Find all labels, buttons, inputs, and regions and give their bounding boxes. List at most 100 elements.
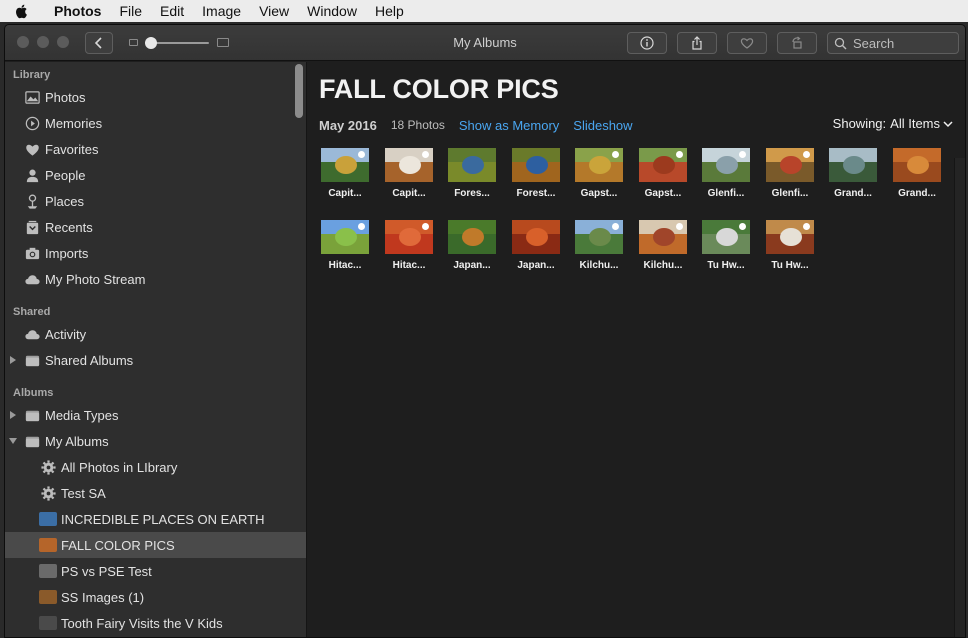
- photo-image[interactable]: [829, 148, 877, 182]
- sidebar-item-activity[interactable]: Activity: [5, 321, 306, 347]
- photo-image[interactable]: [321, 148, 369, 182]
- photo-image[interactable]: [575, 220, 623, 254]
- sidebar-item-media-types[interactable]: Media Types: [5, 402, 306, 428]
- sidebar-item-incredible-places[interactable]: INCREDIBLE PLACES ON EARTH: [5, 506, 306, 532]
- photo-image[interactable]: [512, 220, 560, 254]
- photo-thumbnail[interactable]: Kilchu...: [573, 220, 625, 282]
- sidebar-item-favorites[interactable]: Favorites: [5, 136, 306, 162]
- minimize-window-button[interactable]: [37, 36, 49, 48]
- menu-window[interactable]: Window: [307, 3, 357, 19]
- sidebar-item-label: My Photo Stream: [45, 271, 146, 287]
- rotate-button[interactable]: [777, 32, 817, 54]
- sidebar-item-label: Imports: [45, 245, 89, 261]
- showing-filter-dropdown[interactable]: Showing: All Items: [833, 116, 953, 131]
- photo-thumbnail[interactable]: Glenfi...: [700, 148, 752, 210]
- photo-thumbnail[interactable]: Grand...: [891, 148, 943, 210]
- photos-icon: [23, 88, 41, 106]
- search-field[interactable]: [827, 32, 959, 54]
- photo-thumbnail[interactable]: Tu Hw...: [764, 220, 816, 282]
- sidebar-item-test-sa[interactable]: Test SA: [5, 480, 306, 506]
- photo-thumbnail[interactable]: Tu Hw...: [700, 220, 752, 282]
- sidebar-item-my-photo-stream[interactable]: My Photo Stream: [5, 266, 306, 292]
- sidebar-item-recents[interactable]: Recents: [5, 214, 306, 240]
- zoom-window-button[interactable]: [57, 36, 69, 48]
- sidebar-item-fall-color-pics[interactable]: FALL COLOR PICS: [5, 532, 306, 558]
- photo-image[interactable]: [512, 148, 560, 182]
- photo-thumbnail[interactable]: Gapst...: [573, 148, 625, 210]
- sidebar-item-imports[interactable]: Imports: [5, 240, 306, 266]
- menu-file[interactable]: File: [119, 3, 142, 19]
- share-button[interactable]: [677, 32, 717, 54]
- sidebar-item-places[interactable]: Places: [5, 188, 306, 214]
- menu-help[interactable]: Help: [375, 3, 404, 19]
- menu-app-photos[interactable]: Photos: [54, 3, 101, 19]
- photo-thumbnail[interactable]: Hitac...: [319, 220, 371, 282]
- chevron-down-icon: [943, 120, 953, 127]
- photo-thumbnail[interactable]: Capit...: [319, 148, 371, 210]
- photo-image[interactable]: [639, 148, 687, 182]
- photo-caption: Gapst...: [580, 188, 618, 199]
- zoom-slider[interactable]: [129, 35, 229, 51]
- menu-edit[interactable]: Edit: [160, 3, 184, 19]
- close-window-button[interactable]: [17, 36, 29, 48]
- sidebar-item-tooth-fairy[interactable]: Tooth Fairy Visits the V Kids: [5, 610, 306, 636]
- album-thumb-icon: [39, 614, 57, 632]
- menu-image[interactable]: Image: [202, 3, 241, 19]
- photo-image[interactable]: [702, 220, 750, 254]
- photo-thumbnail[interactable]: Hitac...: [383, 220, 435, 282]
- photo-image[interactable]: [448, 220, 496, 254]
- disclosure-triangle-expanded[interactable]: [9, 438, 17, 444]
- photo-caption: Tu Hw...: [771, 260, 809, 271]
- disclosure-triangle-collapsed[interactable]: [10, 411, 16, 419]
- sidebar-item-memories[interactable]: Memories: [5, 110, 306, 136]
- apple-menu-icon[interactable]: [14, 3, 44, 19]
- sidebar-item-shared-albums[interactable]: Shared Albums: [5, 347, 306, 373]
- slideshow-link[interactable]: Slideshow: [573, 118, 632, 133]
- photo-caption: Fores...: [454, 188, 490, 199]
- location-pin-icon: [358, 223, 365, 230]
- sidebar-item-my-albums[interactable]: My Albums: [5, 428, 306, 454]
- photo-thumbnail[interactable]: Japan...: [510, 220, 562, 282]
- sidebar-item-ps-vs-pse-test[interactable]: PS vs PSE Test: [5, 558, 306, 584]
- photo-image[interactable]: [448, 148, 496, 182]
- sidebar-item-label: All Photos in LIbrary: [61, 459, 178, 475]
- sidebar-item-ss-images[interactable]: SS Images (1): [5, 584, 306, 610]
- album-thumb-icon: [39, 536, 57, 554]
- photo-image[interactable]: [321, 220, 369, 254]
- photo-image[interactable]: [766, 148, 814, 182]
- show-as-memory-link[interactable]: Show as Memory: [459, 118, 559, 133]
- photo-image[interactable]: [639, 220, 687, 254]
- heart-icon: [740, 38, 754, 49]
- photo-thumbnail[interactable]: Grand...: [827, 148, 879, 210]
- sidebar-item-all-photos-in-library[interactable]: All Photos in LIbrary: [5, 454, 306, 480]
- favorite-button[interactable]: [727, 32, 767, 54]
- search-input[interactable]: [853, 35, 953, 51]
- sidebar-item-people[interactable]: People: [5, 162, 306, 188]
- photo-image[interactable]: [893, 148, 941, 182]
- photo-thumbnail[interactable]: Gapst...: [637, 148, 689, 210]
- photo-image[interactable]: [766, 220, 814, 254]
- sidebar-item-photos[interactable]: Photos: [5, 84, 306, 110]
- sidebar-item-label: Tooth Fairy Visits the V Kids: [61, 615, 223, 631]
- photo-thumbnail[interactable]: Fores...: [446, 148, 498, 210]
- showing-label: Showing:: [832, 116, 887, 131]
- location-pin-icon: [676, 151, 683, 158]
- menu-view[interactable]: View: [259, 3, 289, 19]
- sidebar-item-label: Shared Albums: [45, 352, 134, 368]
- photo-thumbnail[interactable]: Capit...: [383, 148, 435, 210]
- info-button[interactable]: [627, 32, 667, 54]
- back-button[interactable]: [85, 32, 113, 54]
- location-pin-icon: [422, 223, 429, 230]
- sidebar-item-label: My Albums: [45, 433, 109, 449]
- photo-image[interactable]: [385, 220, 433, 254]
- disclosure-triangle-collapsed[interactable]: [10, 356, 16, 364]
- photo-image[interactable]: [702, 148, 750, 182]
- zoom-slider-knob[interactable]: [145, 37, 157, 49]
- photo-thumbnail[interactable]: Kilchu...: [637, 220, 689, 282]
- photo-thumbnail[interactable]: Forest...: [510, 148, 562, 210]
- toolbar: My Albums: [5, 25, 965, 61]
- photo-image[interactable]: [575, 148, 623, 182]
- photo-thumbnail[interactable]: Glenfi...: [764, 148, 816, 210]
- photo-thumbnail[interactable]: Japan...: [446, 220, 498, 282]
- photo-image[interactable]: [385, 148, 433, 182]
